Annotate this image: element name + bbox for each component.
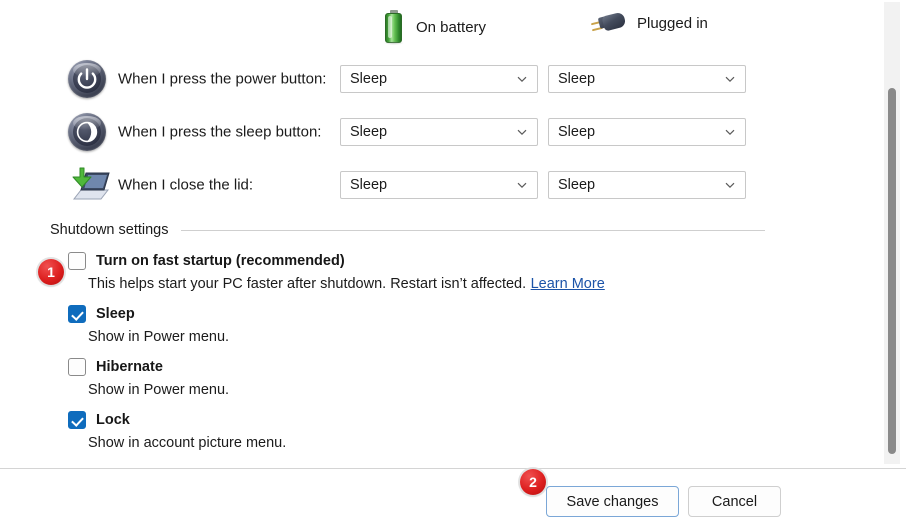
shutdown-options-list: Turn on fast startup (recommended) This … <box>0 252 880 452</box>
column-header-label: On battery <box>416 18 487 36</box>
option-hibernate: Hibernate Show in Power menu. <box>0 358 880 399</box>
sleep-button-on-battery-dropdown[interactable]: Sleep <box>340 117 538 146</box>
setting-row-label: When I press the sleep button: <box>118 123 322 140</box>
laptop-lid-icon <box>68 166 110 204</box>
power-button-plugged-in-dropdown[interactable]: Sleep <box>548 64 746 93</box>
option-fast-startup: Turn on fast startup (recommended) This … <box>0 252 880 293</box>
option-description: Show in Power menu. <box>88 382 230 398</box>
column-header-plugged-in: Plugged in <box>590 10 708 36</box>
annotation-badge-1: 1 <box>38 259 64 285</box>
option-label: Sleep <box>96 306 135 322</box>
power-button-icon <box>68 59 106 98</box>
save-changes-label: Save changes <box>566 493 659 510</box>
hibernate-checkbox[interactable] <box>68 358 86 376</box>
close-lid-plugged-in-dropdown[interactable]: Sleep <box>548 170 746 199</box>
sleep-button-plugged-in-dropdown[interactable]: Sleep <box>548 117 746 146</box>
option-label: Hibernate <box>96 359 163 375</box>
group-divider <box>180 229 765 231</box>
dropdown-value: Sleep <box>558 123 596 140</box>
scrollbar-thumb[interactable] <box>888 88 896 454</box>
column-header-label: Plugged in <box>637 14 708 32</box>
setting-row-label: When I close the lid: <box>118 176 254 193</box>
setting-row-sleep-button: When I press the sleep button: Sleep Sle… <box>0 105 880 158</box>
annotation-badge-2: 2 <box>520 469 546 495</box>
cancel-button[interactable]: Cancel <box>688 486 781 517</box>
setting-row-close-lid: When I close the lid: Sleep Sleep <box>0 158 880 211</box>
lock-checkbox[interactable] <box>68 411 86 429</box>
fast-startup-checkbox[interactable] <box>68 252 86 270</box>
chevron-down-icon <box>725 76 735 82</box>
chevron-down-icon <box>725 129 735 135</box>
power-options-page: On battery Plugged in When I press the p… <box>0 0 906 525</box>
option-label: Lock <box>96 412 130 428</box>
dropdown-value: Sleep <box>350 123 388 140</box>
shutdown-settings-title: Shutdown settings <box>50 222 169 238</box>
option-description: Show in account picture menu. <box>88 435 287 451</box>
chevron-down-icon <box>517 129 527 135</box>
option-lock: Lock Show in account picture menu. <box>0 411 880 452</box>
settings-rows: When I press the power button: Sleep Sle… <box>0 52 880 211</box>
save-changes-button[interactable]: Save changes <box>546 486 679 517</box>
power-plug-icon <box>590 10 627 36</box>
column-headers: On battery Plugged in <box>0 0 880 52</box>
close-lid-on-battery-dropdown[interactable]: Sleep <box>340 170 538 199</box>
sleep-checkbox[interactable] <box>68 305 86 323</box>
learn-more-link[interactable]: Learn More <box>531 276 605 292</box>
option-description: This helps start your PC faster after sh… <box>88 276 527 292</box>
setting-row-power-button: When I press the power button: Sleep Sle… <box>0 52 880 105</box>
settings-scroll-area: On battery Plugged in When I press the p… <box>0 0 906 468</box>
chevron-down-icon <box>517 76 527 82</box>
sleep-button-icon <box>68 112 106 151</box>
dropdown-value: Sleep <box>558 70 596 87</box>
cancel-label: Cancel <box>711 493 758 510</box>
dropdown-value: Sleep <box>350 70 388 87</box>
dropdown-value: Sleep <box>350 176 388 193</box>
footer-actions: Save changes Cancel <box>0 469 906 525</box>
vertical-scrollbar[interactable] <box>884 2 900 464</box>
power-button-on-battery-dropdown[interactable]: Sleep <box>340 64 538 93</box>
option-sleep: Sleep Show in Power menu. <box>0 305 880 346</box>
dropdown-value: Sleep <box>558 176 596 193</box>
shutdown-settings-group: Shutdown settings <box>0 222 880 238</box>
setting-row-label: When I press the power button: <box>118 70 327 87</box>
battery-icon <box>383 10 405 45</box>
chevron-down-icon <box>725 182 735 188</box>
option-label: Turn on fast startup (recommended) <box>96 253 345 269</box>
column-header-on-battery: On battery <box>383 10 487 45</box>
chevron-down-icon <box>517 182 527 188</box>
option-description: Show in Power menu. <box>88 329 230 345</box>
